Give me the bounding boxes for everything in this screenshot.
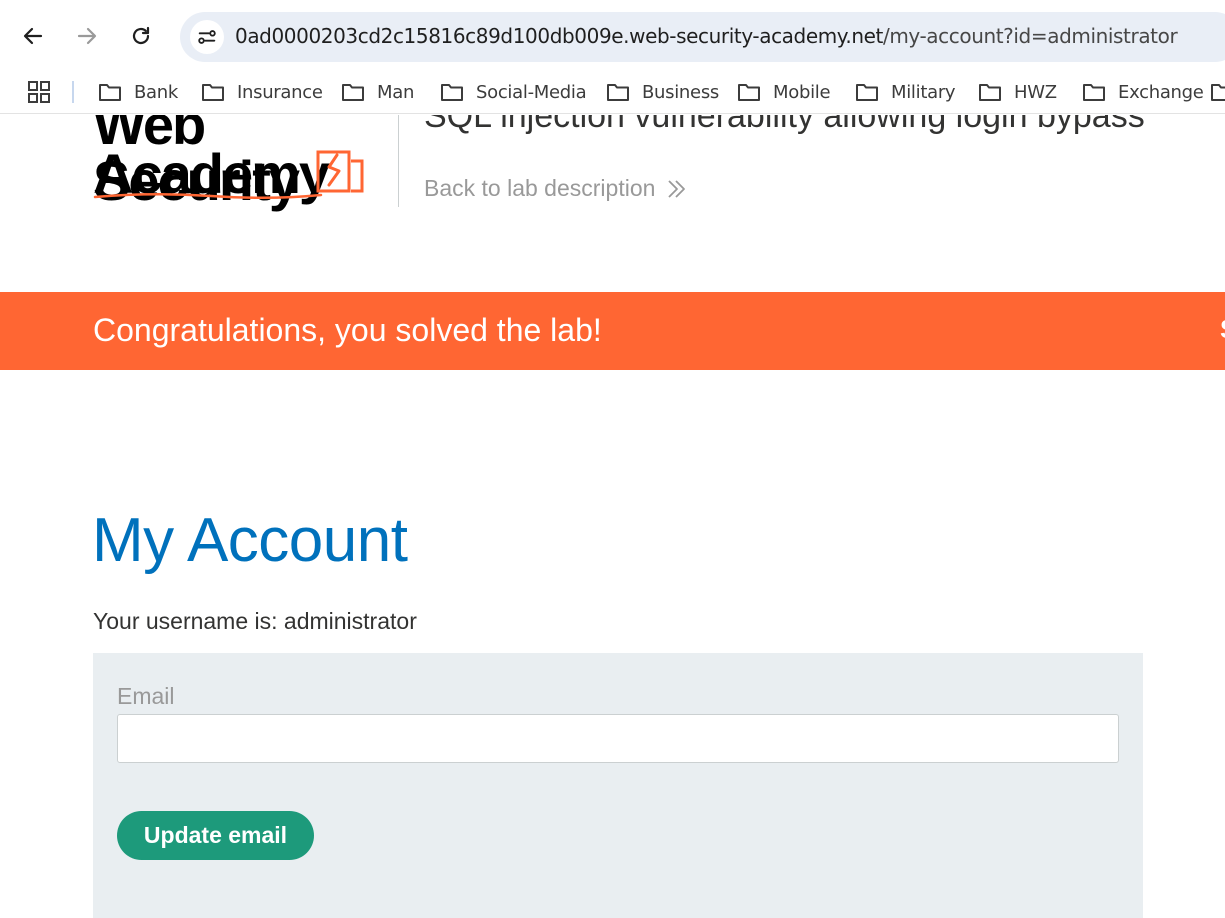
bookmark-label: Bank (134, 81, 179, 103)
logo-swoosh-icon (93, 192, 323, 200)
tune-icon (198, 30, 216, 44)
bookmarks-separator (72, 81, 74, 103)
arrow-left-icon (23, 27, 43, 45)
academy-mark-icon (316, 150, 364, 193)
folder-icon (607, 84, 629, 101)
bookmark-label: Business (642, 81, 719, 103)
browser-toolbar: 0ad0000203cd2c15816c89d100db009e.web-sec… (0, 0, 1225, 70)
bookmark-label: Man (377, 81, 415, 103)
bookmark-insurance[interactable]: Insurance (201, 79, 323, 105)
banner-share-text[interactable]: S (1220, 314, 1225, 345)
folder-icon (342, 84, 364, 101)
bookmark-military[interactable]: Military (855, 79, 956, 105)
apps-grid-icon[interactable] (28, 81, 50, 103)
url-text: 0ad0000203cd2c15816c89d100db009e.web-sec… (235, 24, 1178, 48)
bookmark-exchange[interactable]: Exchange (1082, 79, 1204, 105)
back-to-lab-description-link[interactable]: Back to lab description (424, 175, 687, 202)
email-label: Email (117, 683, 175, 709)
address-bar[interactable]: 0ad0000203cd2c15816c89d100db009e.web-sec… (180, 12, 1225, 62)
arrow-right-icon (77, 27, 97, 45)
page-content: Web Security Academy SQL injection vulne… (0, 115, 1225, 918)
folder-icon (202, 84, 224, 101)
web-security-academy-logo[interactable]: Web Security Academy (93, 115, 393, 217)
bookmark-hwz[interactable]: HWZ (978, 79, 1057, 105)
url-host: 0ad0000203cd2c15816c89d100db009e.web-sec… (235, 24, 883, 48)
bookmark-label: Military (891, 81, 956, 103)
header-divider (398, 115, 399, 207)
update-email-button[interactable]: Update email (117, 811, 314, 860)
bookmark-bank[interactable]: Bank (98, 79, 178, 105)
change-email-form: Email Update email (93, 653, 1143, 918)
forward-button[interactable] (70, 19, 104, 53)
bookmark-label: Mobile (773, 81, 831, 103)
folder-icon (738, 84, 760, 101)
folder-icon (99, 84, 121, 101)
bookmark-label: Social-Media (476, 81, 587, 103)
reload-icon (132, 26, 150, 45)
folder-icon (1083, 84, 1105, 101)
folder-icon (979, 84, 1001, 101)
back-link-label: Back to lab description (424, 175, 656, 201)
bookmark-mobile[interactable]: Mobile (737, 79, 831, 105)
folder-icon (856, 84, 878, 101)
page-title: My Account (92, 506, 408, 575)
back-button[interactable] (16, 19, 50, 53)
bookmark-overflow[interactable] (1210, 79, 1225, 105)
email-field[interactable] (117, 714, 1119, 763)
folder-icon (441, 84, 463, 101)
bookmark-business[interactable]: Business (606, 79, 719, 105)
lab-title: SQL injection vulnerability allowing log… (424, 115, 1145, 135)
site-info-button[interactable] (190, 20, 224, 54)
bookmark-social-media[interactable]: Social-Media (440, 79, 587, 105)
solved-message: Congratulations, you solved the lab! (93, 312, 602, 348)
url-path: /my-account?id=administrator (882, 24, 1178, 48)
bookmark-label: Exchange (1118, 81, 1204, 103)
bookmarks-bar: Bank Insurance Man Social-Media Business… (0, 70, 1225, 114)
solved-banner: Congratulations, you solved the lab! S (0, 292, 1225, 370)
bookmark-label: Insurance (237, 81, 323, 103)
folder-icon (1211, 84, 1225, 101)
double-chevron-right-icon (668, 179, 686, 198)
reload-button[interactable] (124, 19, 158, 53)
username-text: Your username is: administrator (93, 608, 417, 634)
bookmark-label: HWZ (1014, 81, 1057, 103)
bookmark-man[interactable]: Man (341, 79, 414, 105)
